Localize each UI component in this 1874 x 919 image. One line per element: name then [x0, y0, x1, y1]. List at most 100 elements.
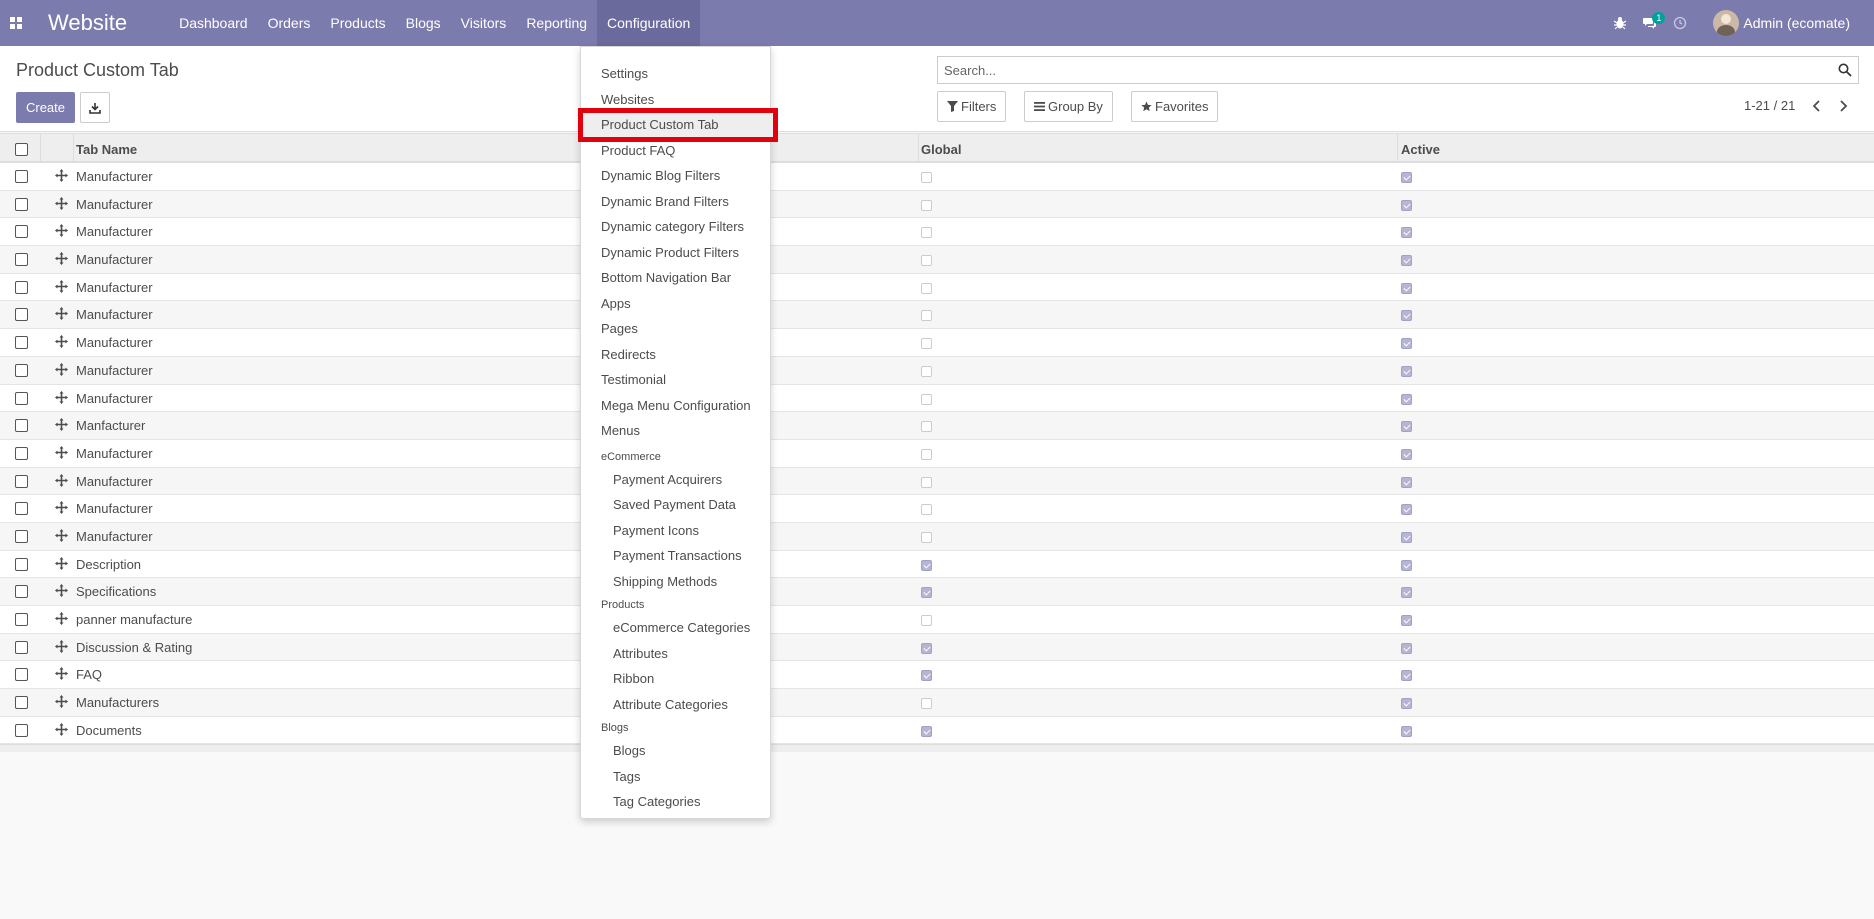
table-row[interactable]: panner manufacture — [0, 606, 1874, 634]
create-button[interactable]: Create — [16, 92, 75, 123]
menu-products[interactable]: Products — [320, 0, 395, 46]
drag-handle-icon[interactable] — [55, 418, 68, 432]
dropdown-item-dynamic-product-filters[interactable]: Dynamic Product Filters — [601, 245, 739, 260]
dropdown-item-bottom-navigation-bar[interactable]: Bottom Navigation Bar — [601, 270, 731, 285]
menu-visitors[interactable]: Visitors — [451, 0, 517, 46]
row-select-checkbox[interactable] — [15, 197, 28, 211]
favorites-button[interactable]: Favorites — [1131, 91, 1219, 122]
table-row[interactable]: Manufacturer — [0, 467, 1874, 496]
menu-orders[interactable]: Orders — [258, 0, 321, 46]
dropdown-item-settings[interactable]: Settings — [601, 66, 648, 81]
dropdown-item-testimonial[interactable]: Testimonial — [601, 372, 666, 387]
pager-previous-button[interactable] — [1808, 98, 1824, 114]
table-row[interactable]: Manufacturer — [0, 384, 1874, 413]
drag-handle-icon[interactable] — [55, 169, 68, 182]
drag-handle-icon[interactable] — [55, 584, 68, 598]
menu-reporting[interactable]: Reporting — [516, 0, 597, 46]
dropdown-item-apps[interactable]: Apps — [601, 296, 631, 311]
row-select-checkbox[interactable] — [15, 225, 28, 239]
drag-handle-icon[interactable] — [55, 362, 68, 376]
table-row[interactable]: Manufacturer — [0, 495, 1874, 523]
dropdown-item-dynamic-brand-filters[interactable]: Dynamic Brand Filters — [601, 194, 729, 209]
table-row[interactable]: Specifications — [0, 578, 1874, 606]
dropdown-item-blogs[interactable]: Blogs — [613, 743, 646, 758]
select-all-checkbox[interactable] — [15, 143, 28, 156]
row-select-checkbox[interactable] — [15, 585, 28, 599]
table-row[interactable]: Manfacturer — [0, 412, 1874, 440]
row-select-checkbox[interactable] — [15, 723, 28, 737]
table-row[interactable]: Manufacturer — [0, 329, 1874, 357]
dropdown-item-mega-menu-configuration[interactable]: Mega Menu Configuration — [601, 398, 751, 413]
table-row[interactable]: Description — [0, 550, 1874, 579]
user-menu[interactable]: Admin (ecomate) — [1713, 10, 1850, 36]
drag-handle-icon[interactable] — [55, 722, 68, 736]
row-select-checkbox[interactable] — [15, 170, 28, 183]
dropdown-item-dynamic-blog-filters[interactable]: Dynamic Blog Filters — [601, 168, 720, 183]
table-row[interactable]: Documents — [0, 716, 1874, 745]
table-row[interactable]: Manufacturers — [0, 689, 1874, 717]
row-select-checkbox[interactable] — [15, 253, 28, 267]
drag-handle-icon[interactable] — [55, 501, 68, 515]
group-by-button[interactable]: Group By — [1024, 91, 1113, 122]
table-row[interactable]: Manufacturer — [0, 522, 1874, 551]
dropdown-item-websites[interactable]: Websites — [601, 92, 654, 107]
table-row[interactable]: Manufacturer — [0, 246, 1874, 274]
dropdown-item-product-faq[interactable]: Product FAQ — [601, 143, 675, 158]
chat-messages-icon[interactable]: 1 — [1635, 0, 1666, 46]
drag-handle-icon[interactable] — [55, 695, 68, 709]
drag-handle-icon[interactable] — [55, 612, 68, 625]
column-header-global[interactable]: Global — [921, 142, 961, 157]
table-row[interactable]: Manufacturer — [0, 190, 1874, 219]
search-input[interactable] — [938, 57, 1818, 83]
table-row[interactable]: Manufacturer — [0, 163, 1874, 191]
row-select-checkbox[interactable] — [15, 308, 28, 322]
drag-handle-icon[interactable] — [55, 556, 68, 570]
dropdown-item-ribbon[interactable]: Ribbon — [613, 671, 654, 686]
table-row[interactable]: FAQ — [0, 661, 1874, 690]
drag-handle-icon[interactable] — [55, 335, 68, 349]
dropdown-item-shipping-methods[interactable]: Shipping Methods — [613, 574, 717, 589]
drag-handle-icon[interactable] — [55, 528, 68, 542]
table-row[interactable]: Manufacturer — [0, 273, 1874, 302]
drag-handle-icon[interactable] — [55, 390, 68, 404]
dropdown-item-product-custom-tab[interactable]: Product Custom Tab — [601, 117, 719, 132]
dropdown-item-redirects[interactable]: Redirects — [601, 347, 656, 362]
dropdown-item-payment-acquirers[interactable]: Payment Acquirers — [613, 472, 722, 487]
row-select-checkbox[interactable] — [15, 613, 28, 626]
column-header-active[interactable]: Active — [1401, 142, 1440, 157]
row-select-checkbox[interactable] — [15, 363, 28, 377]
row-select-checkbox[interactable] — [15, 502, 28, 516]
column-header-tab-name[interactable]: Tab Name — [76, 142, 137, 157]
row-select-checkbox[interactable] — [15, 391, 28, 405]
row-select-checkbox[interactable] — [15, 640, 28, 654]
drag-handle-icon[interactable] — [55, 279, 68, 293]
debug-bug-icon[interactable] — [1605, 0, 1635, 46]
dropdown-item-tag-categories[interactable]: Tag Categories — [613, 794, 700, 809]
table-row[interactable]: Manufacturer — [0, 356, 1874, 385]
activity-clock-icon[interactable] — [1665, 0, 1695, 46]
dropdown-item-payment-transactions[interactable]: Payment Transactions — [613, 548, 742, 563]
row-select-checkbox[interactable] — [15, 557, 28, 571]
menu-blogs[interactable]: Blogs — [396, 0, 451, 46]
drag-handle-icon[interactable] — [55, 667, 68, 681]
dropdown-item-tags[interactable]: Tags — [613, 769, 640, 784]
dropdown-item-dynamic-category-filters[interactable]: Dynamic category Filters — [601, 219, 744, 234]
export-button[interactable] — [80, 92, 110, 123]
drag-handle-icon[interactable] — [55, 307, 68, 321]
pager-next-button[interactable] — [1835, 98, 1851, 114]
drag-handle-icon[interactable] — [55, 196, 68, 210]
dropdown-item-payment-icons[interactable]: Payment Icons — [613, 523, 699, 538]
table-row[interactable]: Manufacturer — [0, 439, 1874, 468]
table-row[interactable]: Manufacturer — [0, 301, 1874, 330]
row-select-checkbox[interactable] — [15, 529, 28, 543]
dropdown-item-saved-payment-data[interactable]: Saved Payment Data — [613, 497, 736, 512]
drag-handle-icon[interactable] — [55, 252, 68, 266]
drag-handle-icon[interactable] — [55, 224, 68, 238]
menu-dashboard[interactable]: Dashboard — [169, 0, 258, 46]
row-select-checkbox[interactable] — [15, 419, 28, 433]
table-row[interactable]: Discussion & Rating — [0, 633, 1874, 662]
row-select-checkbox[interactable] — [15, 474, 28, 488]
row-select-checkbox[interactable] — [15, 280, 28, 294]
row-select-checkbox[interactable] — [15, 336, 28, 350]
apps-menu-icon[interactable] — [0, 0, 32, 46]
